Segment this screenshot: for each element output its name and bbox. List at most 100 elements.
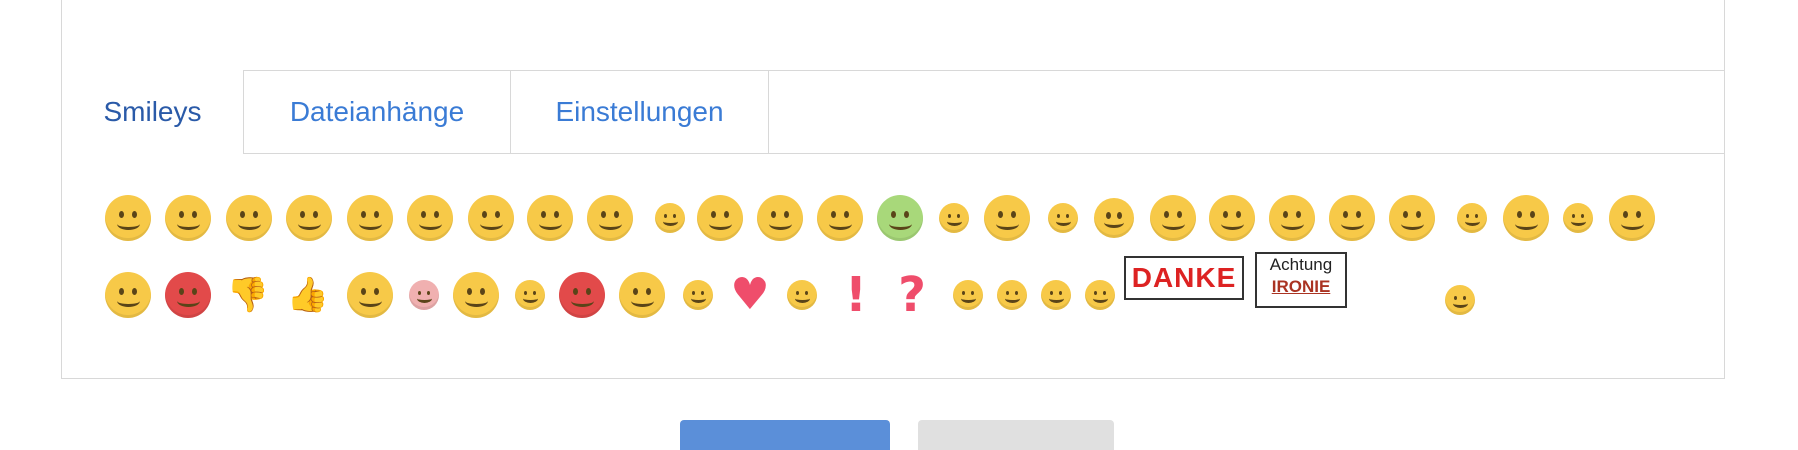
nerd-smiley[interactable] — [931, 195, 977, 241]
submit-button[interactable] — [680, 420, 890, 450]
sick-icon — [877, 195, 923, 241]
eek-smiley[interactable] — [779, 272, 825, 318]
rage-icon — [165, 272, 211, 318]
achtung-ironie-smiley[interactable]: Achtung IRONIE — [1255, 252, 1347, 308]
tab-settings[interactable]: Einstellungen — [511, 70, 769, 153]
angry-smiley[interactable] — [527, 195, 573, 241]
kiss-smiley[interactable] — [587, 195, 633, 241]
nerd-icon — [939, 203, 969, 233]
mouth-shape — [479, 218, 503, 230]
thumbs-down-smiley[interactable]: 👎 — [225, 272, 271, 318]
grin-small-icon — [1457, 203, 1487, 233]
question-smiley[interactable]: ? — [889, 271, 935, 319]
cry-icon — [468, 195, 514, 241]
surprised-small-icon — [655, 203, 685, 233]
mouth-shape — [297, 218, 321, 230]
wink-smiley[interactable] — [226, 195, 272, 241]
mouth-shape — [176, 295, 200, 307]
heart-smiley[interactable]: ♥ — [727, 272, 773, 318]
mouth-shape — [598, 218, 622, 230]
mouth-shape — [1104, 217, 1124, 229]
sad-smiley[interactable] — [1329, 195, 1375, 241]
mouth-shape — [1464, 217, 1480, 226]
cat-evil-icon — [683, 280, 713, 310]
idea-smiley[interactable] — [945, 272, 991, 318]
exclamation-smiley[interactable]: ! — [833, 271, 879, 319]
teeth-smiley[interactable] — [1077, 272, 1123, 318]
juggle-smiley[interactable] — [1437, 277, 1483, 323]
tab-smileys[interactable]: Smileys — [62, 70, 244, 154]
laugh-smiley[interactable] — [407, 195, 453, 241]
preview-button[interactable] — [918, 420, 1114, 450]
blush-smiley[interactable] — [401, 272, 447, 318]
mouth-shape — [522, 294, 538, 303]
arrow-icon — [997, 280, 1027, 310]
rolling-eyes-smiley[interactable] — [1503, 195, 1549, 241]
achtung-label: Achtung — [1269, 255, 1333, 274]
rage-smiley[interactable] — [165, 272, 211, 318]
laugh-icon — [407, 195, 453, 241]
heart-eyes-smiley[interactable] — [1609, 195, 1655, 241]
mouth-shape — [1220, 218, 1244, 230]
mouth-shape — [1280, 218, 1304, 230]
grin-small-smiley[interactable] — [1449, 195, 1495, 241]
cool-icon — [1269, 195, 1315, 241]
mouth-shape — [116, 218, 140, 230]
mouth-shape — [1055, 217, 1071, 226]
mouth-shape — [464, 295, 488, 307]
mouth-shape — [828, 218, 852, 230]
thinking-smiley[interactable] — [1091, 195, 1137, 241]
cry-smiley[interactable] — [468, 195, 514, 241]
sick-smiley[interactable] — [877, 195, 923, 241]
tired-smiley[interactable] — [984, 195, 1030, 241]
neutral-smiley[interactable] — [697, 195, 743, 241]
idea-icon — [953, 280, 983, 310]
grin-icon — [347, 195, 393, 241]
mouth-shape — [1514, 218, 1538, 230]
mouth-shape — [176, 218, 200, 230]
smile-icon — [105, 195, 151, 241]
arrow-smiley[interactable] — [989, 272, 1035, 318]
angel-smiley[interactable] — [619, 272, 665, 318]
mouth-shape — [418, 218, 442, 230]
angel-icon — [619, 272, 665, 318]
astonished-icon — [1389, 195, 1435, 241]
tired-icon — [984, 195, 1030, 241]
mouth-shape — [237, 218, 261, 230]
neutral-small-smiley[interactable] — [1033, 272, 1079, 318]
sleepy-smiley[interactable] — [347, 272, 393, 318]
thumbs-up-smiley[interactable]: 👍 — [285, 272, 331, 318]
tab-attachments[interactable]: Dateianhänge — [244, 70, 511, 153]
message-editor[interactable] — [62, 0, 1724, 71]
smirk-smiley[interactable] — [1209, 195, 1255, 241]
neutral-small-icon — [1041, 280, 1071, 310]
upside-down-smiley[interactable] — [1150, 195, 1196, 241]
smile-smiley[interactable] — [105, 195, 151, 241]
grin-smiley[interactable] — [347, 195, 393, 241]
kissing-smiley[interactable] — [453, 272, 499, 318]
kissing-icon — [453, 272, 499, 318]
frown-small-smiley[interactable] — [507, 272, 553, 318]
flushed-smiley[interactable] — [105, 272, 151, 318]
mouth-shape — [794, 294, 810, 303]
tongue-smiley[interactable] — [286, 195, 332, 241]
mouth-shape — [1161, 218, 1185, 230]
neutral-icon — [697, 195, 743, 241]
frown-smiley[interactable] — [165, 195, 211, 241]
confused-small-icon — [1048, 203, 1078, 233]
tongue-wink-smiley[interactable] — [757, 195, 803, 241]
ironie-label: IRONIE — [1271, 277, 1331, 296]
mouth-shape — [960, 294, 976, 303]
heart-icon: ♥ — [730, 269, 770, 320]
shocked-smiley[interactable] — [817, 195, 863, 241]
confused-small-smiley[interactable] — [1040, 195, 1086, 241]
devil-smiley[interactable] — [559, 272, 605, 318]
worried-smiley[interactable] — [1555, 195, 1601, 241]
blush-icon — [409, 280, 439, 310]
mouth-shape — [1048, 294, 1064, 303]
astonished-smiley[interactable] — [1389, 195, 1435, 241]
danke-sign-smiley[interactable]: DANKE — [1124, 256, 1244, 300]
surprised-small-smiley[interactable] — [647, 195, 693, 241]
cat-evil-smiley[interactable] — [675, 272, 721, 318]
cool-smiley[interactable] — [1269, 195, 1315, 241]
